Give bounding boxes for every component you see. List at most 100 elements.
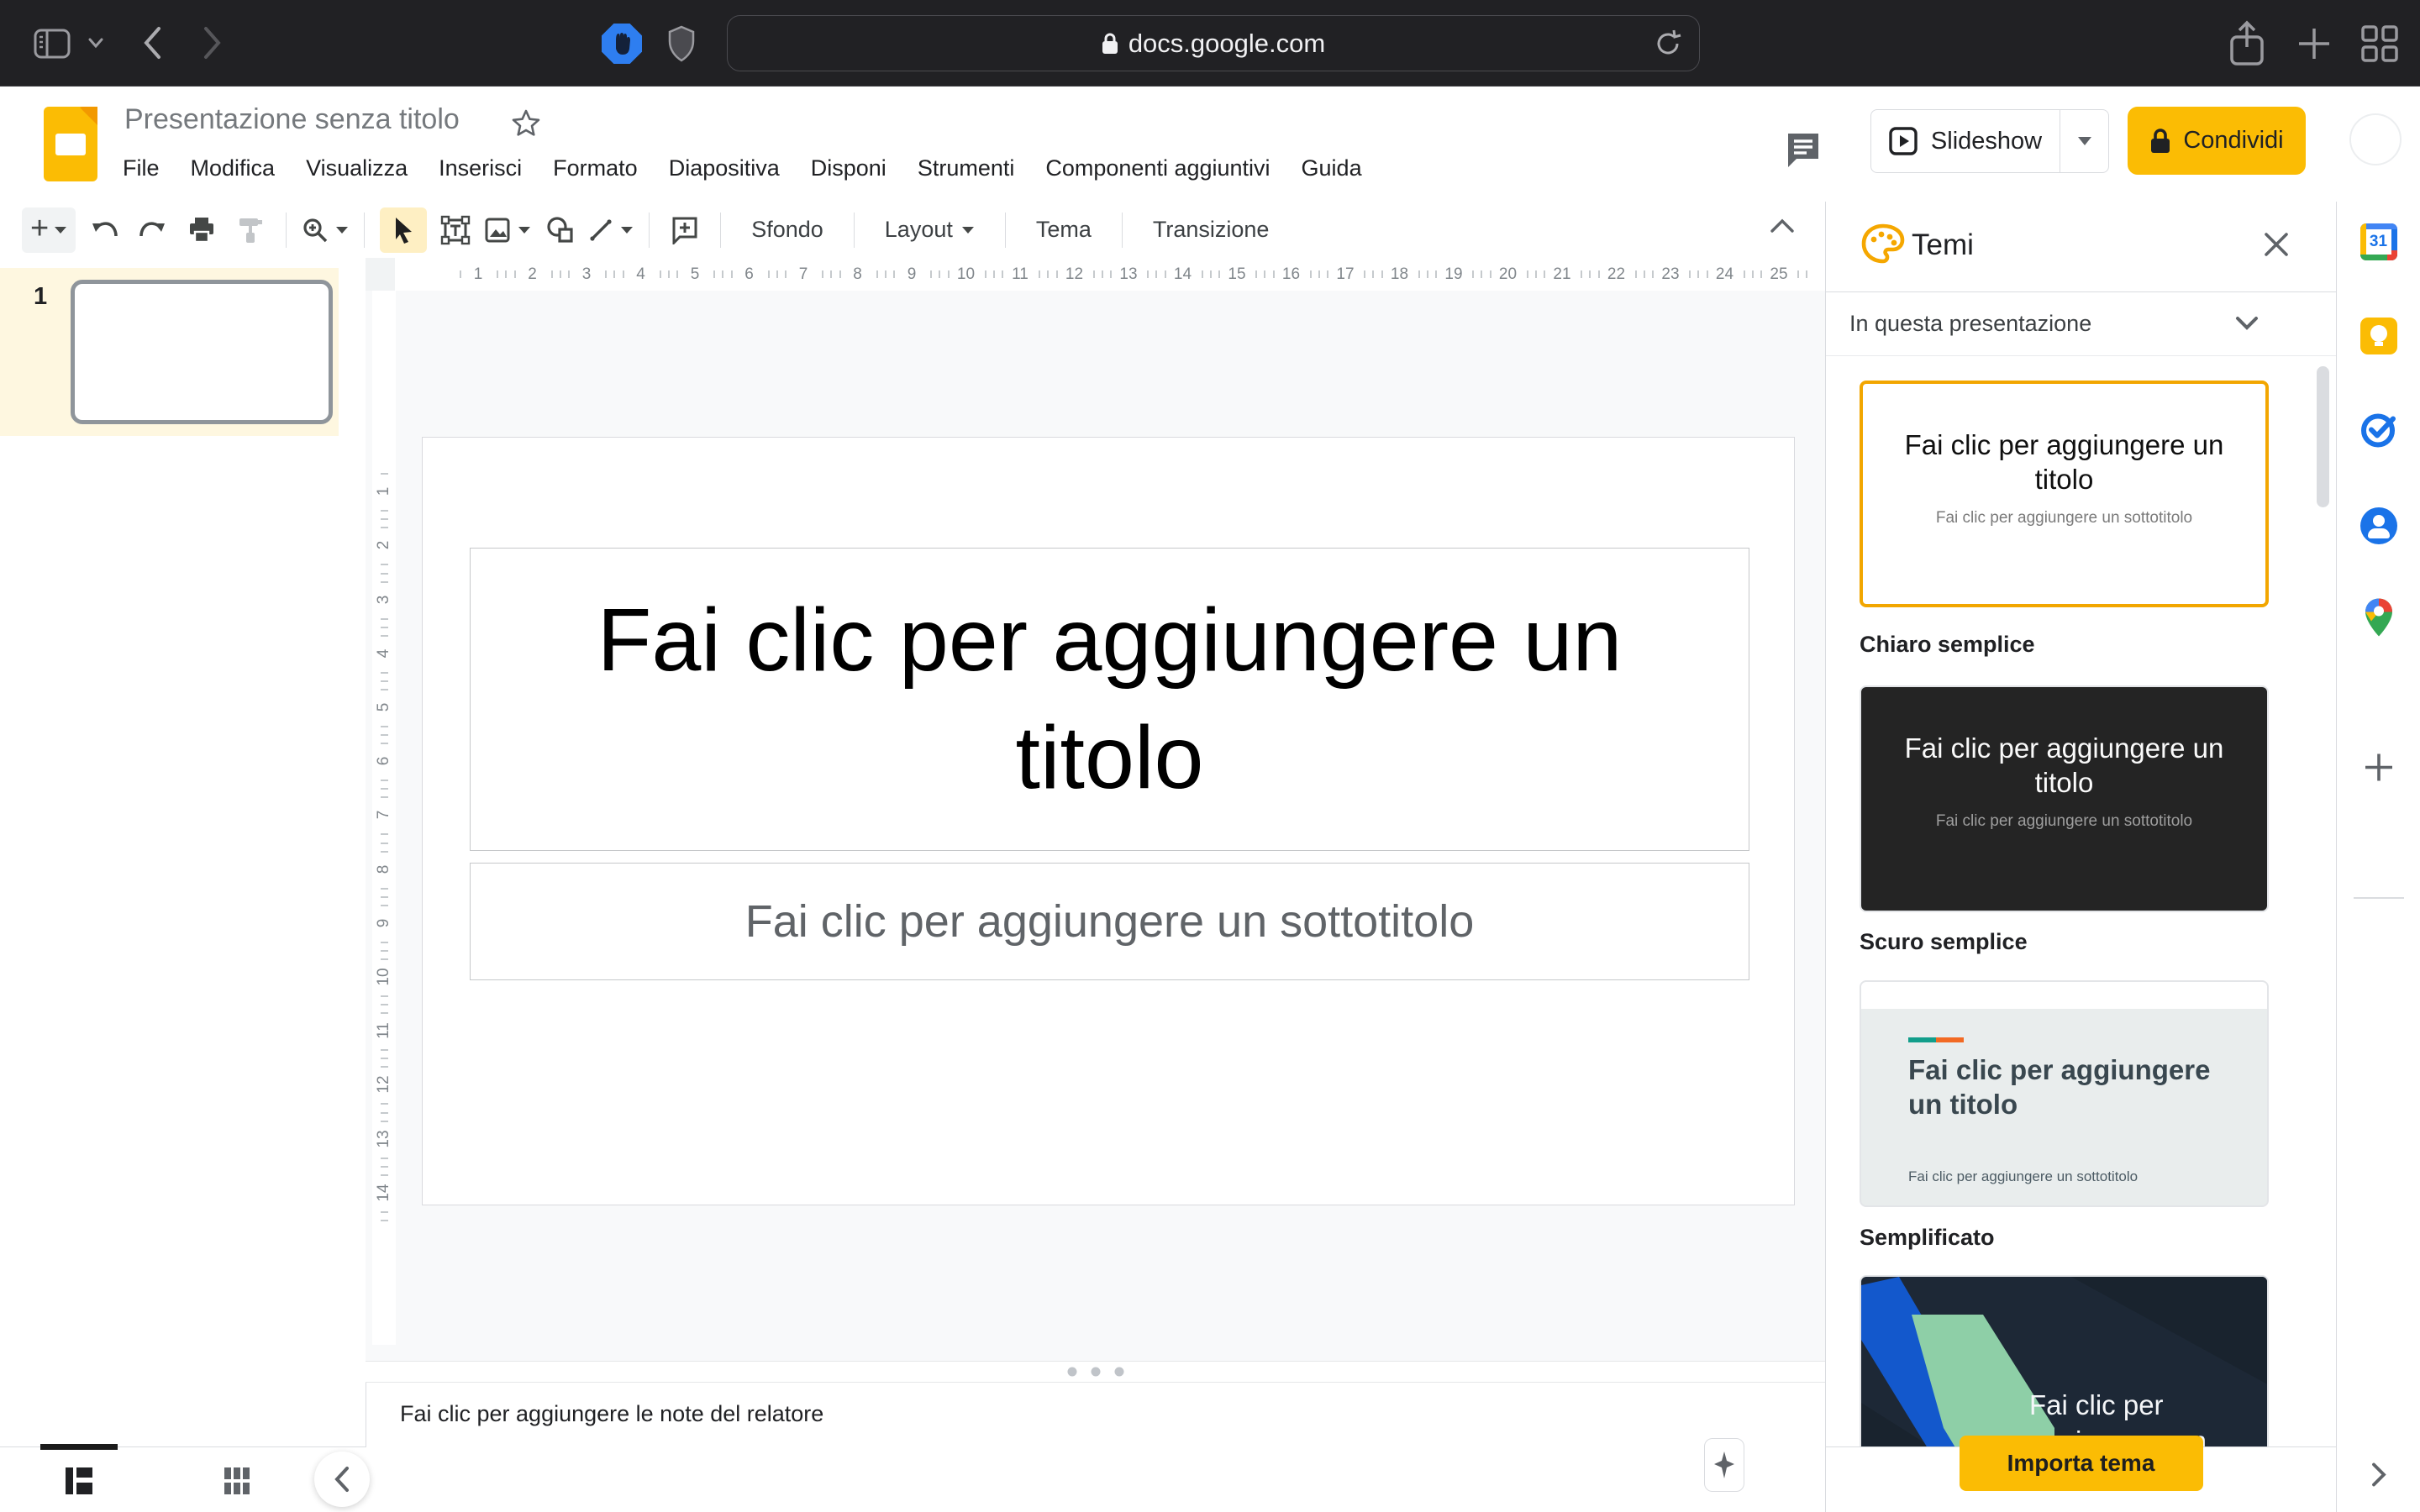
- star-icon[interactable]: [511, 108, 541, 143]
- themes-panel-footer: Importa tema: [1826, 1446, 2336, 1512]
- share-button[interactable]: Condividi: [2128, 107, 2306, 175]
- browser-chrome: docs.google.com: [0, 0, 2420, 87]
- subtitle-placeholder-box[interactable]: Fai clic per aggiungere un sottotitolo: [470, 863, 1749, 980]
- google-contacts-icon[interactable]: [2360, 507, 2397, 544]
- menu-strumenti[interactable]: Strumenti: [918, 155, 1015, 181]
- insert-line-button[interactable]: [588, 207, 634, 253]
- document-title[interactable]: Presentazione senza titolo: [124, 103, 460, 136]
- collapse-filmstrip-button[interactable]: [314, 1452, 370, 1507]
- transition-button[interactable]: Transizione: [1138, 207, 1285, 253]
- themes-panel-header: Temi: [1826, 202, 2336, 292]
- menu-componenti-aggiuntivi[interactable]: Componenti aggiuntivi: [1045, 155, 1270, 181]
- menu-formato[interactable]: Formato: [553, 155, 638, 181]
- sidebar-divider: [2354, 897, 2404, 899]
- undo-button[interactable]: [84, 207, 124, 253]
- theme-card-scuro-semplice[interactable]: Fai clic per aggiungere un titolo Fai cl…: [1860, 685, 2269, 912]
- caret-down-icon: [961, 226, 975, 234]
- slideshow-main[interactable]: Slideshow: [1871, 110, 2060, 172]
- google-slides-logo[interactable]: [44, 107, 97, 181]
- theme-card-semplificato[interactable]: Fai clic per aggiungere un titolo Fai cl…: [1860, 980, 2269, 1207]
- google-keep-icon[interactable]: [2360, 318, 2397, 354]
- caret-down-icon: [2076, 136, 2093, 146]
- slide-editing-area[interactable]: Fai clic per aggiungere un titolo Fai cl…: [422, 437, 1795, 1205]
- share-label: Condividi: [2183, 127, 2283, 155]
- theme-preview-header-strip: [1861, 982, 2267, 1009]
- collapse-side-panel-icon[interactable]: [2371, 1462, 2386, 1492]
- select-tool-button[interactable]: [380, 207, 427, 253]
- insert-shape-button[interactable]: [539, 207, 580, 253]
- google-tasks-icon[interactable]: [2360, 411, 2398, 454]
- theme-preview-subtitle: Fai clic per aggiungere un sottotitolo: [1936, 812, 2192, 831]
- theme-preview-title: Fai clic per aggiungere un titolo: [1888, 731, 2241, 801]
- slideshow-button[interactable]: Slideshow: [1870, 109, 2109, 173]
- notes-resize-handle[interactable]: [366, 1361, 1825, 1383]
- lock-icon: [2149, 128, 2171, 155]
- explore-sparkle-button[interactable]: [1704, 1438, 1744, 1492]
- forward-button-icon[interactable]: [202, 25, 224, 60]
- menu-inserisci[interactable]: Inserisci: [439, 155, 522, 181]
- menu-diapositiva[interactable]: Diapositiva: [669, 155, 780, 181]
- paint-format-button[interactable]: [230, 207, 271, 253]
- tab-overview-icon[interactable]: [2360, 24, 2400, 64]
- slide-1-thumbnail[interactable]: [71, 280, 333, 424]
- title-placeholder-text: Fai clic per aggiungere un titolo: [497, 582, 1723, 817]
- background-button[interactable]: Sfondo: [736, 207, 839, 253]
- privacy-shield-icon[interactable]: [667, 25, 696, 62]
- sidebar-dropdown-icon[interactable]: [87, 37, 104, 49]
- slideshow-dropdown[interactable]: [2060, 110, 2108, 172]
- section-label: In questa presentazione: [1849, 311, 2091, 337]
- theme-button[interactable]: Tema: [1021, 207, 1107, 253]
- address-bar[interactable]: docs.google.com: [727, 15, 1700, 71]
- toolbar-separator: [286, 213, 287, 248]
- toolbar-separator: [364, 213, 365, 248]
- text-box-button[interactable]: [435, 207, 476, 253]
- menu-file[interactable]: File: [123, 155, 160, 181]
- slide-1-row[interactable]: 1: [0, 268, 339, 436]
- active-view-indicator: [40, 1444, 118, 1450]
- chevron-down-icon: [2235, 316, 2259, 335]
- close-panel-icon[interactable]: [2262, 230, 2291, 263]
- menu-disponi[interactable]: Disponi: [811, 155, 886, 181]
- redo-button[interactable]: [133, 207, 173, 253]
- chevron-left-icon: [334, 1466, 350, 1493]
- panel-scrollbar[interactable]: [2317, 366, 2329, 507]
- speaker-notes-panel[interactable]: Fai clic per aggiungere le note del rela…: [366, 1383, 1825, 1512]
- ruler-corner: [366, 258, 395, 291]
- menu-bar: File Modifica Visualizza Inserisci Forma…: [123, 155, 1362, 181]
- google-slides-window: docs.google.com Presentazione senza tito…: [0, 0, 2420, 1512]
- menu-guida[interactable]: Guida: [1302, 155, 1362, 181]
- new-slide-button[interactable]: +: [22, 207, 76, 253]
- in-this-presentation-row[interactable]: In questa presentazione: [1826, 292, 2336, 356]
- back-button-icon[interactable]: [141, 25, 163, 60]
- import-theme-button[interactable]: Importa tema: [1960, 1436, 2203, 1491]
- sidebar-toggle-icon[interactable]: [34, 29, 71, 59]
- collapse-toolbar-icon[interactable]: [1770, 218, 1795, 238]
- insert-image-button[interactable]: [484, 207, 531, 253]
- title-placeholder-box[interactable]: Fai clic per aggiungere un titolo: [470, 548, 1749, 851]
- filmstrip-view-icon[interactable]: [62, 1464, 96, 1502]
- insert-comment-button[interactable]: [665, 207, 705, 253]
- comment-history-icon[interactable]: [1783, 130, 1823, 175]
- theme-card-chiaro-semplice[interactable]: Fai clic per aggiungere un titolo Fai cl…: [1860, 381, 2269, 607]
- new-tab-icon[interactable]: [2296, 25, 2333, 62]
- layout-button[interactable]: Layout: [870, 207, 990, 253]
- avatar[interactable]: [2349, 113, 2402, 165]
- vertical-ruler: 1234567891011121314: [372, 291, 396, 1345]
- speaker-notes-placeholder: Fai clic per aggiungere le note del rela…: [400, 1401, 823, 1427]
- reload-icon[interactable]: [1654, 28, 1682, 60]
- google-calendar-icon[interactable]: 31: [2360, 223, 2397, 260]
- menu-visualizza[interactable]: Visualizza: [306, 155, 408, 181]
- theme-preview-title: Fai clic per aggiungere un titolo: [1888, 428, 2241, 497]
- zoom-button[interactable]: [302, 207, 349, 253]
- add-app-icon[interactable]: [2362, 751, 2396, 789]
- print-button[interactable]: [182, 207, 222, 253]
- extension-blocker-icon[interactable]: [602, 24, 642, 64]
- share-page-icon[interactable]: [2228, 20, 2265, 67]
- toolbar-separator: [1005, 213, 1006, 248]
- google-apps-sidebar: 31: [2336, 202, 2420, 1512]
- grid-view-icon[interactable]: [220, 1464, 254, 1502]
- toolbar-separator: [649, 213, 650, 248]
- menu-modifica[interactable]: Modifica: [191, 155, 276, 181]
- google-maps-icon[interactable]: [2364, 598, 2394, 643]
- editor-canvas: 1234567891011121314151617181920212223242…: [366, 258, 1825, 1361]
